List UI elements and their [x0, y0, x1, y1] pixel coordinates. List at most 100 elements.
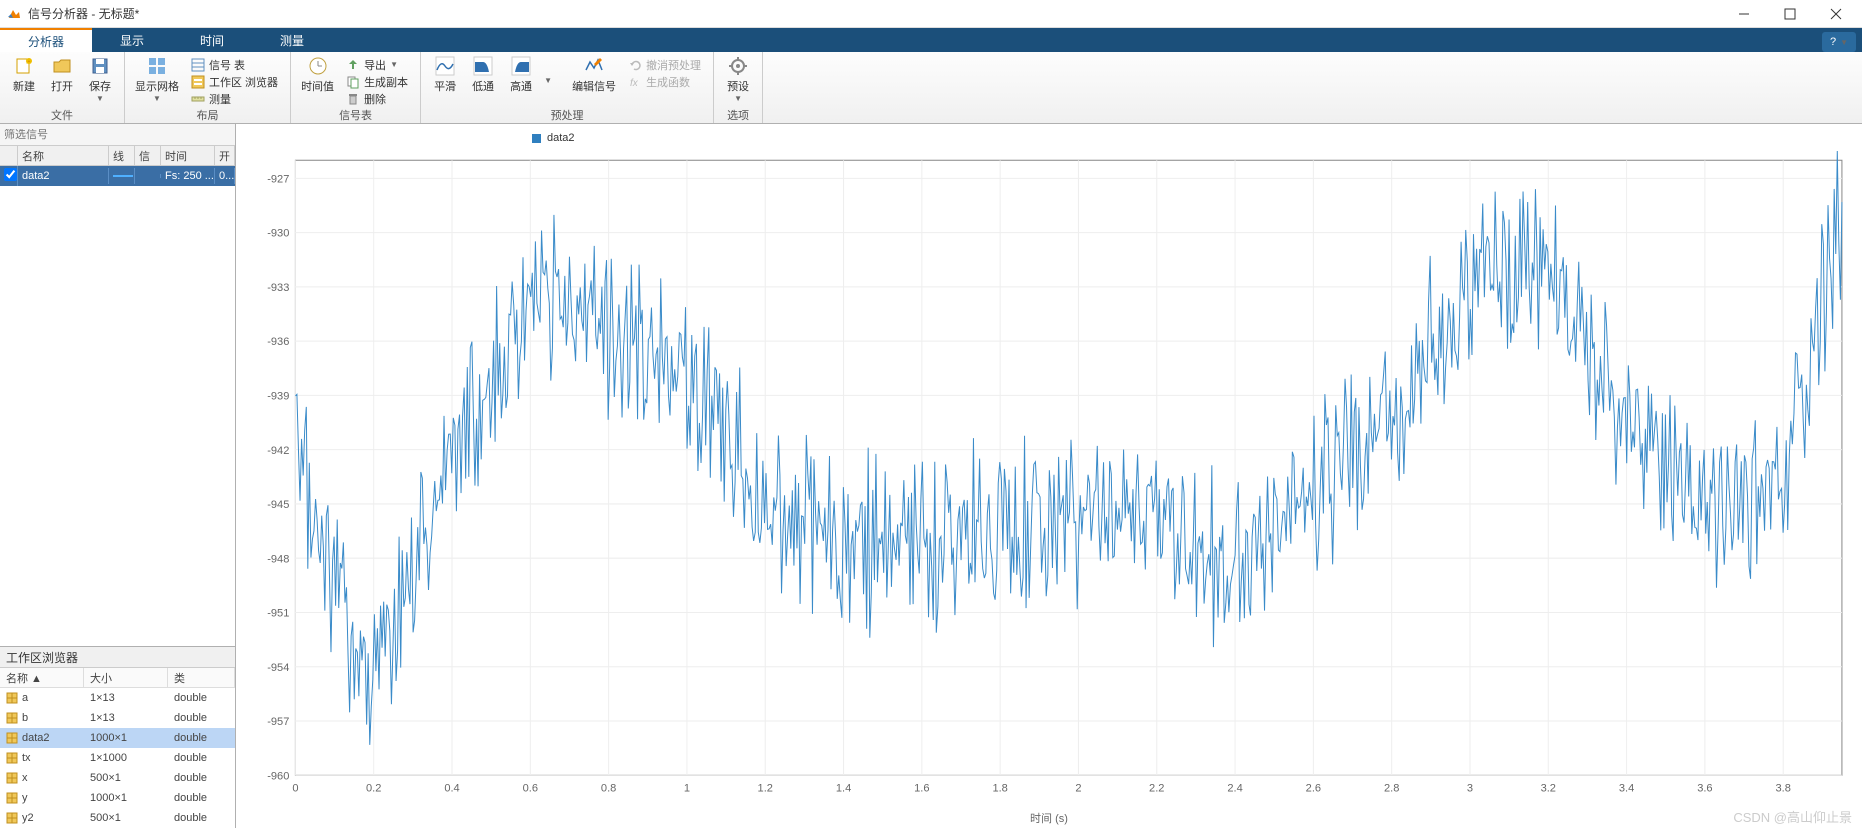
svg-text:3.2: 3.2 — [1541, 783, 1556, 795]
tab-analyzer[interactable]: 分析器 — [0, 28, 92, 52]
svg-text:1.6: 1.6 — [914, 783, 929, 795]
svg-text:0.6: 0.6 — [523, 783, 538, 795]
new-button[interactable]: +新建 — [6, 54, 42, 96]
svg-text:0: 0 — [292, 783, 298, 795]
copy-icon — [346, 75, 360, 89]
workspace-browser-toggle[interactable]: 工作区 浏览器 — [185, 73, 284, 90]
minimize-button[interactable] — [1730, 4, 1758, 24]
svg-text:0.4: 0.4 — [444, 783, 459, 795]
signal-plot[interactable]: -960-957-954-951-948-945-942-939-936-933… — [240, 150, 1852, 806]
chevron-down-icon: ▼ — [390, 60, 398, 69]
svg-text:3: 3 — [1467, 783, 1473, 795]
workspace-row[interactable]: b1×13double — [0, 708, 235, 728]
save-button[interactable]: 保存▼ — [82, 54, 118, 105]
help-button[interactable]: ?▼ — [1822, 32, 1856, 52]
display-grid-button[interactable]: 显示网格▼ — [131, 54, 183, 105]
workspace-row[interactable]: y2500×1double — [0, 808, 235, 828]
workspace-row[interactable]: y1000×1double — [0, 788, 235, 808]
workspace-row[interactable]: a1×13double — [0, 688, 235, 708]
tab-display[interactable]: 显示 — [92, 28, 172, 52]
group-layout: 显示网格▼ 信号 表 工作区 浏览器 测量 布局 — [125, 52, 291, 123]
svg-text:3.8: 3.8 — [1776, 783, 1791, 795]
workspace-header: 工作区浏览器 — [0, 646, 235, 668]
svg-text:3.6: 3.6 — [1697, 783, 1712, 795]
title-bar: 信号分析器 - 无标题* — [0, 0, 1862, 28]
delete-button[interactable]: 删除 — [340, 90, 414, 107]
workspace-row[interactable]: data21000×1double — [0, 728, 235, 748]
workspace-row[interactable]: tx1×1000double — [0, 748, 235, 768]
maximize-button[interactable] — [1776, 4, 1804, 24]
svg-text:-933: -933 — [267, 282, 289, 294]
watermark: CSDN @高山仰止景 — [1733, 807, 1852, 826]
lowpass-button[interactable]: 低通 — [465, 54, 501, 96]
svg-text:2.2: 2.2 — [1149, 783, 1164, 795]
presets-button[interactable]: 预设▼ — [720, 54, 756, 105]
chevron-down-icon: ▼ — [544, 76, 552, 85]
filter-bar — [0, 124, 235, 146]
highpass-icon — [511, 56, 531, 76]
main-tabs: 分析器 显示 时间 测量 ?▼ — [0, 28, 1862, 52]
svg-text:-957: -957 — [267, 716, 289, 728]
ruler-icon — [191, 92, 205, 106]
save-icon — [90, 56, 110, 76]
gen-func-button: fx生成函数 — [622, 73, 707, 90]
export-button[interactable]: 导出▼ — [340, 56, 414, 73]
signal-table: 名称 线条 信息 时间 开 data2 Fs: 250 ... 0... — [0, 146, 235, 646]
filter-signals-input[interactable] — [4, 129, 231, 141]
svg-text:1.4: 1.4 — [836, 783, 851, 795]
smooth-icon — [435, 56, 455, 76]
svg-text:2: 2 — [1075, 783, 1081, 795]
undo-preproc-button: 撤消预处理 — [622, 56, 707, 73]
legend-color-swatch — [532, 134, 541, 143]
close-button[interactable] — [1822, 4, 1850, 24]
group-signal-table: 时间值 导出▼ 生成副本 删除 信号表 — [291, 52, 421, 123]
left-panel: 名称 线条 信息 时间 开 data2 Fs: 250 ... 0... 工作区… — [0, 124, 236, 828]
window-controls — [1730, 4, 1850, 24]
trash-icon — [346, 92, 360, 106]
signal-table-toggle[interactable]: 信号 表 — [185, 56, 284, 73]
lowpass-icon — [473, 56, 493, 76]
signal-table-header: 名称 线条 信息 时间 开 — [0, 146, 235, 166]
svg-text:1.8: 1.8 — [992, 783, 1007, 795]
group-options: 预设▼ 选项 — [714, 52, 763, 123]
edit-signal-icon — [584, 56, 604, 76]
svg-text:-945: -945 — [267, 499, 289, 511]
tab-measure[interactable]: 测量 — [252, 28, 332, 52]
preproc-more-button[interactable]: ▼ — [541, 54, 555, 85]
edit-signal-button[interactable]: 编辑信号 — [568, 54, 620, 96]
help-icon: ? — [1830, 36, 1836, 48]
generate-copy-button[interactable]: 生成副本 — [340, 73, 414, 90]
svg-text:-960: -960 — [267, 770, 289, 782]
svg-text:-942: -942 — [267, 445, 289, 457]
svg-text:+: + — [28, 59, 31, 65]
chevron-down-icon: ▼ — [153, 94, 161, 103]
highpass-button[interactable]: 高通 — [503, 54, 539, 96]
svg-text:-927: -927 — [267, 173, 289, 185]
function-icon: fx — [628, 75, 642, 89]
signal-checkbox[interactable] — [4, 168, 17, 181]
new-icon: + — [14, 56, 34, 76]
svg-text:-954: -954 — [267, 662, 289, 674]
svg-text:0.2: 0.2 — [366, 783, 381, 795]
svg-text:1: 1 — [684, 783, 690, 795]
svg-text:-936: -936 — [267, 336, 289, 348]
workspace-icon — [191, 75, 205, 89]
smooth-button[interactable]: 平滑 — [427, 54, 463, 96]
chevron-down-icon: ▼ — [1840, 38, 1848, 47]
svg-text:fx: fx — [630, 78, 639, 89]
svg-text:0.8: 0.8 — [601, 783, 616, 795]
time-values-button[interactable]: 时间值 — [297, 54, 338, 96]
group-file: +新建 打开 保存▼ 文件 — [0, 52, 125, 123]
open-button[interactable]: 打开 — [44, 54, 80, 96]
signal-row-data2[interactable]: data2 Fs: 250 ... 0... — [0, 166, 235, 186]
group-preprocess: 平滑 低通 高通 ▼ 编辑信号 撤消预处理 fx生成函数 预处理 — [421, 52, 714, 123]
svg-text:2.8: 2.8 — [1384, 783, 1399, 795]
workspace-table-header: 名称 ▲ 大小 类 — [0, 668, 235, 688]
workspace-row[interactable]: x500×1double — [0, 768, 235, 788]
x-axis-label: 时间 (s) — [1030, 810, 1068, 826]
measure-toggle[interactable]: 测量 — [185, 90, 284, 107]
tab-time[interactable]: 时间 — [172, 28, 252, 52]
workspace-table: 名称 ▲ 大小 类 a1×13doubleb1×13doubledata2100… — [0, 668, 235, 828]
line-color-sample — [113, 175, 133, 177]
undo-icon — [628, 58, 642, 72]
